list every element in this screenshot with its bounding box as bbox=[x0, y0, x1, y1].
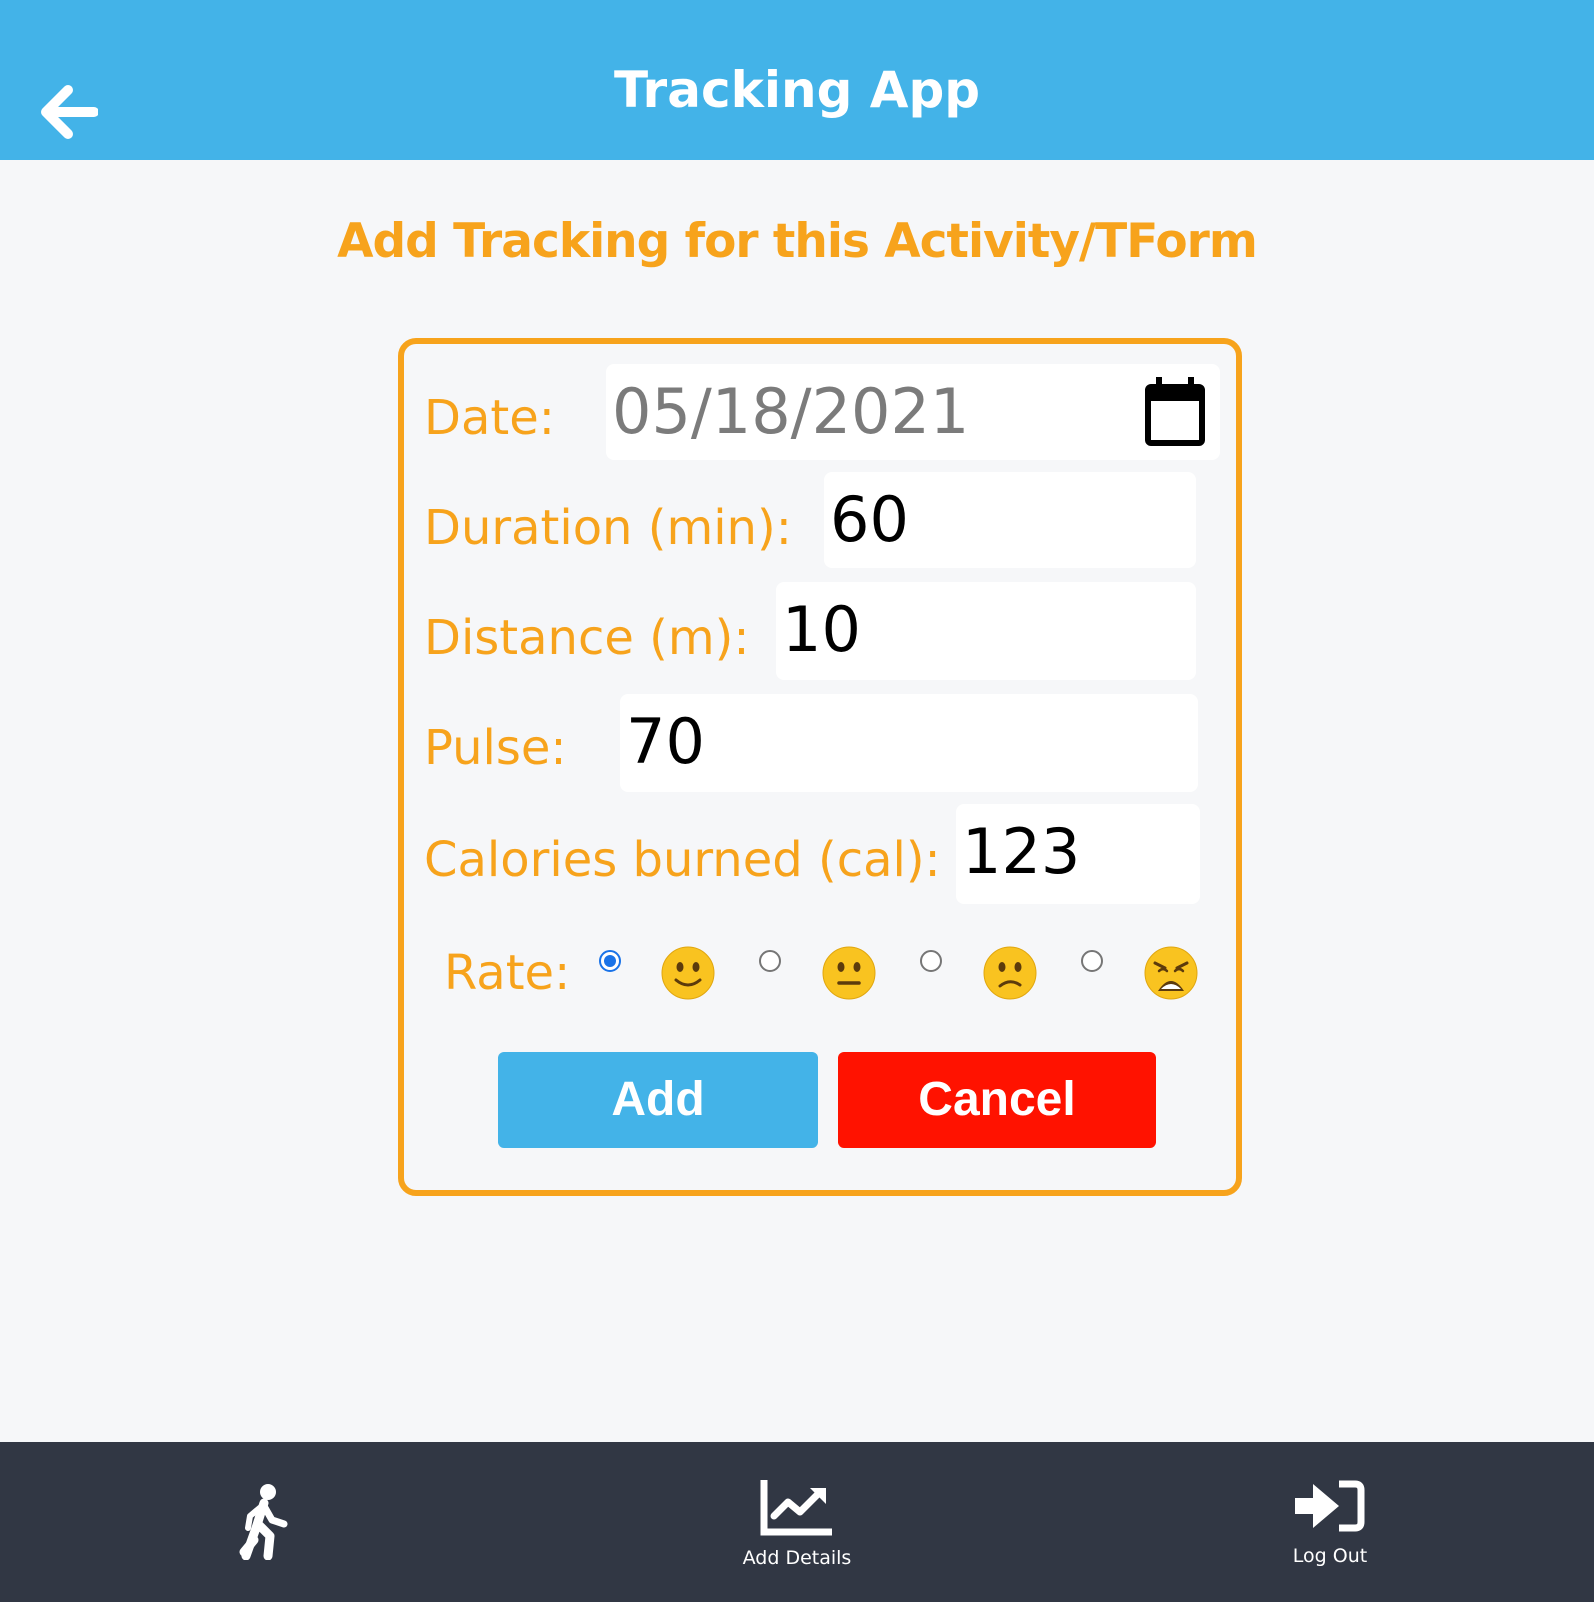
top-app-bar: Tracking App bbox=[0, 0, 1594, 160]
rate-radio-happy[interactable] bbox=[599, 950, 621, 972]
rate-radio-neutral[interactable] bbox=[759, 950, 781, 972]
nav-item-activity[interactable] bbox=[144, 1442, 384, 1602]
neutral-face-icon bbox=[822, 946, 876, 1000]
nav-item-log-out[interactable]: Log Out bbox=[1210, 1442, 1450, 1602]
date-value: 05/18/2021 bbox=[612, 375, 970, 448]
walking-person-icon bbox=[239, 1484, 288, 1560]
chart-line-icon bbox=[760, 1480, 832, 1536]
rate-radio-confused[interactable] bbox=[920, 950, 942, 972]
date-input[interactable]: 05/18/2021 bbox=[606, 364, 1220, 460]
rate-label: Rate: bbox=[444, 945, 571, 1001]
bottom-nav-bar: Add Details Log Out bbox=[0, 1442, 1594, 1602]
slightly-smiling-face-icon bbox=[661, 946, 715, 1000]
nav-label-add-details: Add Details bbox=[742, 1547, 852, 1569]
date-label: Date: bbox=[424, 390, 555, 446]
confused-face-icon bbox=[983, 946, 1037, 1000]
pulse-label: Pulse: bbox=[424, 720, 567, 776]
app-title: Tracking App bbox=[613, 61, 981, 119]
add-button[interactable]: Add bbox=[498, 1052, 818, 1148]
distance-label: Distance (m): bbox=[424, 610, 750, 666]
weary-face-icon bbox=[1144, 946, 1198, 1000]
distance-input[interactable]: 10 bbox=[776, 582, 1196, 680]
nav-item-add-details[interactable]: Add Details bbox=[677, 1442, 917, 1602]
nav-label-log-out: Log Out bbox=[1292, 1545, 1368, 1567]
pulse-input[interactable]: 70 bbox=[620, 694, 1198, 792]
duration-label: Duration (min): bbox=[424, 500, 792, 556]
sign-in-icon bbox=[1295, 1480, 1365, 1532]
calories-label: Calories burned (cal): bbox=[424, 832, 941, 888]
rate-radio-weary[interactable] bbox=[1081, 950, 1103, 972]
cancel-button[interactable]: Cancel bbox=[838, 1052, 1156, 1148]
duration-input[interactable]: 60 bbox=[824, 472, 1196, 568]
calories-input[interactable]: 123 bbox=[956, 804, 1200, 904]
page-heading: Add Tracking for this Activity/TForm bbox=[337, 214, 1258, 269]
calendar-icon[interactable] bbox=[1144, 377, 1206, 447]
